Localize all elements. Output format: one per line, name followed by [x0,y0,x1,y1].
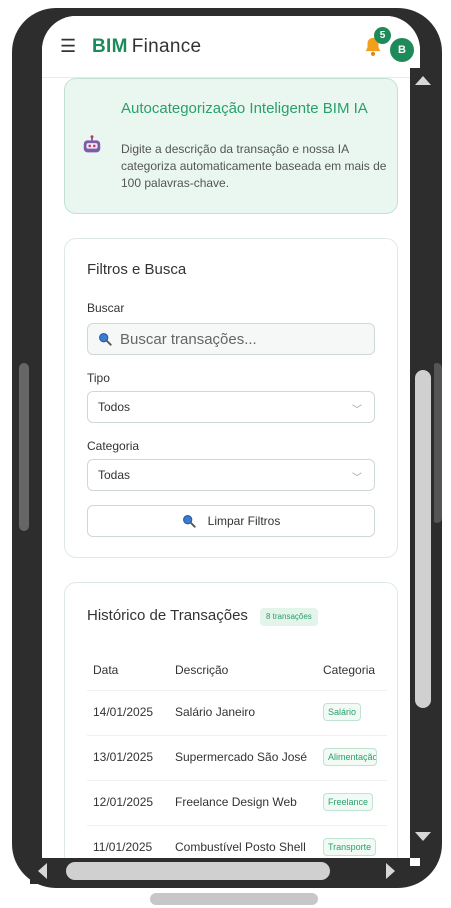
transactions-table: Data Descrição Categoria 14/01/2025 Salá… [87,655,387,866]
vertical-scroll-thumb[interactable] [415,370,431,708]
chevron-down-icon: ﹀ [352,405,362,416]
type-label: Tipo [87,371,110,385]
type-select-value: Todos [98,400,131,414]
transactions-history-card: Histórico de Transações 8 transações Dat… [64,582,398,866]
app-brand: BIM Finance [92,35,202,57]
scroll-left-arrow-icon[interactable] [38,863,47,879]
row-category-badge: Transporte [323,838,377,856]
chevron-down-icon: ﹀ [352,473,362,484]
table-row[interactable]: 14/01/2025 Salário Janeiro Salário [87,691,387,736]
search-icon [182,515,196,528]
search-icon [99,333,112,346]
horizontal-scroll-thumb[interactable] [66,862,330,880]
row-description: Salário Janeiro [175,705,256,719]
clear-filters-button[interactable]: Limpar Filtros [87,505,375,537]
type-select[interactable]: Todos ﹀ [87,391,375,423]
filters-title: Filtros e Busca [87,261,187,278]
category-select[interactable]: Todas ﹀ [87,459,375,491]
robot-icon [83,135,101,153]
transactions-count-badge: 8 transações [260,608,318,626]
avatar[interactable]: B [390,38,414,62]
row-date: 14/01/2025 [93,705,154,719]
vertical-scrollbar[interactable] [410,68,434,858]
notifications-button[interactable]: 5 [362,27,391,60]
horizontal-scrollbar[interactable] [30,858,410,884]
menu-icon[interactable]: ☰ [60,36,82,57]
row-description: Freelance Design Web [175,795,297,809]
row-description: Combustível Posto Shell [175,840,306,854]
row-description: Supermercado São José [175,750,308,764]
search-placeholder: Buscar transações... [120,330,257,348]
app-header: ☰ BIM Finance 5 B [42,16,420,78]
row-category-badge: Salário [323,703,362,721]
app-screen: ☰ BIM Finance 5 B Autocategorização Inte… [42,16,420,866]
row-date: 12/01/2025 [93,795,154,809]
home-indicator[interactable] [150,893,318,905]
clear-filters-label: Limpar Filtros [207,514,281,528]
phone-side-button [19,363,29,531]
search-input[interactable]: Buscar transações... [87,323,375,355]
row-date: 11/01/2025 [93,840,153,854]
ai-card-description: Digite a descrição da transação e nossa … [121,142,387,190]
phone-frame: ☰ BIM Finance 5 B Autocategorização Inte… [12,8,442,888]
notification-badge: 5 [374,27,391,44]
scroll-down-arrow-icon[interactable] [415,832,431,841]
row-category-badge: Alimentação [323,748,377,766]
filters-card: Filtros e Busca Buscar Buscar transações… [64,238,398,558]
main-content: Autocategorização Inteligente BIM IA Dig… [42,78,420,866]
ai-categorization-card: Autocategorização Inteligente BIM IA Dig… [64,78,398,214]
column-header-date[interactable]: Data [93,663,118,677]
column-header-category[interactable]: Categoria [323,663,375,677]
row-date: 13/01/2025 [93,750,154,764]
table-row[interactable]: 13/01/2025 Supermercado São José Aliment… [87,736,387,781]
row-category-badge: Freelance [323,793,374,811]
category-label: Categoria [87,439,140,453]
scroll-up-arrow-icon[interactable] [415,76,431,85]
scroll-right-arrow-icon[interactable] [386,863,395,879]
column-header-description[interactable]: Descrição [175,663,228,677]
table-header-row: Data Descrição Categoria [87,655,387,691]
history-title: Histórico de Transações [87,607,248,624]
category-select-value: Todas [98,468,131,482]
search-label: Buscar [87,301,125,315]
table-row[interactable]: 12/01/2025 Freelance Design Web Freelanc… [87,781,387,826]
ai-card-title: Autocategorização Inteligente BIM IA [121,100,368,117]
